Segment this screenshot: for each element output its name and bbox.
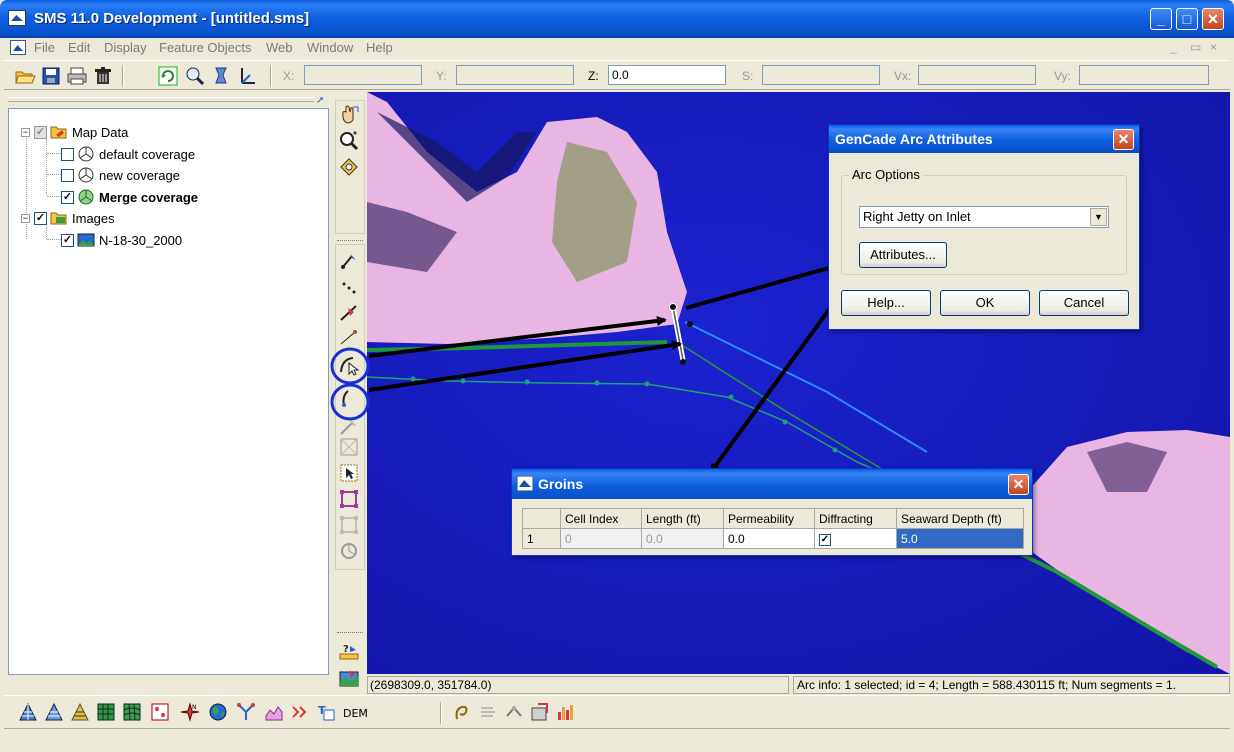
module-toolbar: N T DEM	[4, 695, 1230, 727]
toolbox-icon[interactable]	[504, 702, 524, 722]
seaward-depth-cell[interactable]: 5.0	[896, 528, 1024, 549]
arc-options-label: Arc Options	[849, 167, 923, 182]
highlight-circle-select-vertex	[330, 383, 370, 421]
mesh-module-icon[interactable]	[18, 702, 38, 722]
particle-module-icon[interactable]	[236, 702, 256, 722]
arrow-to-jetty-start	[368, 316, 667, 358]
groins-dialog-title: Groins	[512, 469, 1032, 499]
bottom-status-bar	[4, 728, 1230, 748]
toolbar-separator	[440, 702, 442, 724]
groins-app-icon	[517, 476, 533, 491]
cell-index-cell: 0	[560, 528, 642, 549]
svg-text:N: N	[192, 704, 197, 711]
raster-module-icon[interactable]: T	[316, 702, 336, 722]
column-header[interactable]: Length (ft)	[641, 508, 724, 529]
column-header[interactable]: Cell Index	[560, 508, 642, 529]
curvilinear-grid-icon[interactable]	[122, 702, 142, 722]
lasso-icon[interactable]	[452, 702, 472, 722]
gencade-dialog-title: GenCade Arc Attributes	[829, 125, 1139, 153]
gis-globe-icon[interactable]	[208, 702, 228, 722]
groins-dialog: Groins ✕ Cell Index Length (ft) Permeabi…	[511, 468, 1033, 556]
scatter-module-icon[interactable]	[70, 702, 90, 722]
dropdown-arrow-icon[interactable]: ▼	[1090, 208, 1107, 226]
length-cell: 0.0	[641, 528, 724, 549]
gencade-arc-attributes-dialog: GenCade Arc Attributes ✕ Arc Options Rig…	[828, 124, 1140, 330]
mesh-module-2-icon[interactable]	[44, 702, 64, 722]
plot-wizard-icon[interactable]	[556, 702, 576, 722]
cursor-coordinates: (2698309.0, 351784.0)	[367, 676, 789, 694]
groins-close-button[interactable]: ✕	[1008, 474, 1029, 495]
gencade-module-icon[interactable]	[150, 702, 170, 722]
highlight-circle-select-arc	[330, 347, 370, 385]
map-module-icon[interactable]: N	[180, 702, 200, 722]
annotation-overlay	[330, 254, 870, 474]
display-options-icon[interactable]	[530, 702, 550, 722]
attributes-button[interactable]: Attributes...	[859, 242, 947, 268]
row-header-corner	[522, 508, 561, 529]
gencade-close-button[interactable]: ✕	[1113, 129, 1134, 150]
column-header[interactable]: Seaward Depth (ft)	[896, 508, 1024, 529]
column-header[interactable]: Diffracting	[814, 508, 897, 529]
arc-type-value: Right Jetty on Inlet	[863, 209, 971, 224]
help-button[interactable]: Help...	[841, 290, 931, 316]
arc-type-dropdown[interactable]: Right Jetty on Inlet ▼	[859, 206, 1109, 228]
cancel-button[interactable]: Cancel	[1039, 290, 1129, 316]
quadtree-module-icon[interactable]	[264, 702, 284, 722]
svg-text:T: T	[318, 704, 326, 717]
tidal-module-icon[interactable]	[290, 702, 310, 722]
dem-module-label[interactable]: DEM	[343, 707, 368, 720]
cartesian-grid-icon[interactable]	[96, 702, 116, 722]
arc-info-status: Arc info: 1 selected; id = 4; Length = 5…	[793, 676, 1230, 694]
column-header[interactable]: Permeability	[723, 508, 815, 529]
table-row: 1 0 0.0 0.0 ✓ 5.0	[522, 528, 1024, 549]
diffracting-checkbox[interactable]: ✓	[819, 534, 831, 546]
ok-button[interactable]: OK	[940, 290, 1030, 316]
row-number: 1	[522, 528, 561, 549]
groins-table: Cell Index Length (ft) Permeability Diff…	[522, 508, 1024, 549]
diffracting-cell[interactable]: ✓	[814, 528, 897, 549]
table-header-row: Cell Index Length (ft) Permeability Diff…	[522, 508, 1024, 529]
flow-direction-icon[interactable]	[478, 702, 498, 722]
permeability-cell[interactable]: 0.0	[723, 528, 815, 549]
